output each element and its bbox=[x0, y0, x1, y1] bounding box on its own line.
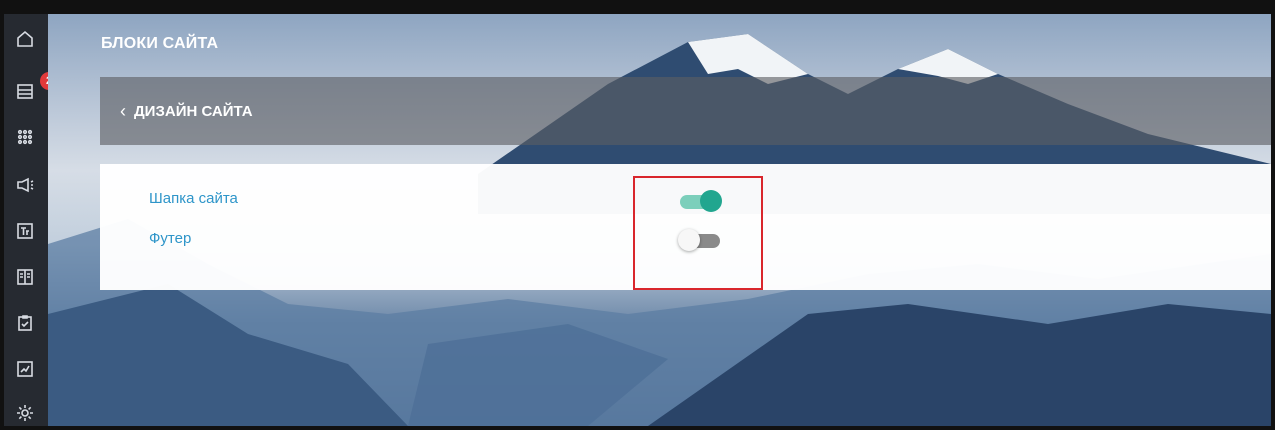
window-frame: 2 bbox=[0, 0, 1275, 430]
sidebar: 2 bbox=[4, 14, 58, 426]
section-header-bar: ‹ ДИЗАЙН САЙТА bbox=[100, 77, 1271, 145]
catalog-icon[interactable] bbox=[14, 266, 36, 288]
home-icon[interactable] bbox=[14, 28, 36, 50]
chevron-left-icon: ‹ bbox=[120, 100, 126, 121]
footer-block-label: Футер bbox=[149, 230, 192, 247]
text-tool-icon[interactable] bbox=[14, 220, 36, 242]
back-button-label: ДИЗАЙН САЙТА bbox=[134, 102, 253, 120]
apps-grid-icon[interactable] bbox=[14, 126, 36, 148]
orders-icon[interactable]: 2 bbox=[14, 72, 58, 102]
megaphone-icon[interactable] bbox=[14, 174, 36, 196]
clipboard-icon[interactable] bbox=[14, 312, 36, 334]
gear-icon[interactable] bbox=[14, 402, 36, 424]
back-button[interactable]: ‹ ДИЗАЙН САЙТА bbox=[120, 101, 253, 122]
highlight-box bbox=[633, 176, 763, 290]
main-content: БЛОКИ САЙТА ‹ ДИЗАЙН САЙТА Шапка сайта Ф… bbox=[48, 14, 1271, 426]
header-block-label: Шапка сайта bbox=[149, 190, 238, 207]
reports-icon[interactable] bbox=[14, 358, 36, 380]
page-title: БЛОКИ САЙТА bbox=[101, 35, 219, 52]
